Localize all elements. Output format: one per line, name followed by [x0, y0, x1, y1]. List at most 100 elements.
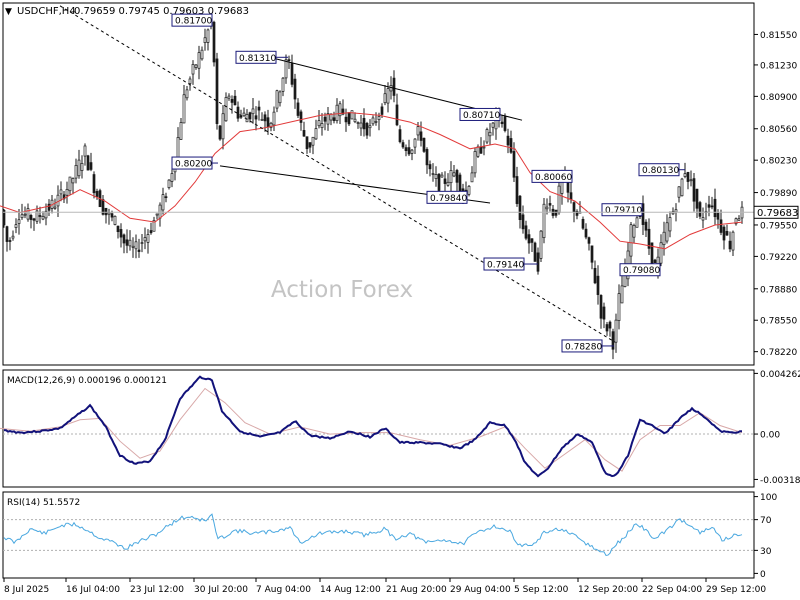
x-tick-label: 30 Jul 20:00	[194, 585, 248, 595]
candle-body	[311, 136, 315, 146]
price-candle	[98, 188, 102, 208]
candle-body	[38, 215, 42, 217]
x-tick-label: 16 Jul 04:00	[66, 585, 120, 595]
candle-body	[65, 189, 69, 196]
candle-body	[482, 146, 486, 149]
candle-body	[629, 224, 633, 257]
price-candle	[680, 177, 684, 197]
candle-body	[302, 130, 306, 137]
candle-body	[74, 165, 78, 179]
candle-body	[458, 174, 462, 192]
x-tick-label: 29 Sep 12:00	[706, 585, 766, 595]
candle-body	[581, 218, 585, 229]
annotation-label: 0.80200	[175, 160, 212, 170]
candle-body	[698, 202, 702, 217]
candle-body	[455, 170, 459, 183]
candle-body	[236, 106, 240, 119]
candle-body	[707, 204, 711, 208]
candle-body	[200, 49, 204, 60]
candle-body	[539, 230, 543, 259]
candle-body	[437, 173, 441, 191]
macd-y-tick-label: -0.003188	[760, 476, 800, 486]
candle-body	[659, 242, 663, 264]
candle-body	[710, 205, 714, 208]
candle-body	[314, 128, 318, 140]
annotation-label: 0.81310	[239, 54, 276, 64]
price-candle	[542, 198, 546, 244]
candle-body	[611, 331, 615, 350]
candle-body	[416, 126, 420, 136]
price-annotation: 0.80060	[531, 169, 573, 183]
candle-body	[584, 228, 588, 238]
candle-body	[569, 192, 573, 200]
candle-body	[470, 172, 474, 183]
candle-body	[179, 122, 183, 140]
rsi-y-tick-label: 100	[760, 493, 777, 503]
price-candle	[467, 184, 471, 197]
candle-body	[227, 95, 231, 99]
candle-body	[53, 206, 57, 209]
candle-body	[263, 114, 267, 122]
x-tick-label: 5 Sep 12:00	[514, 585, 569, 595]
price-y-tick-label: 0.78220	[760, 348, 797, 358]
x-tick-label: 21 Aug 20:00	[386, 585, 447, 595]
price-y-tick-label: 0.79220	[760, 253, 797, 263]
candle-body	[680, 178, 684, 197]
rsi-y-tick-label: 0	[760, 570, 766, 580]
candle-body	[353, 118, 357, 123]
chart-canvas: ▼ USDCHF,H4 0.79659 0.79745 0.79603 0.79…	[0, 0, 800, 600]
candle-body	[446, 181, 450, 186]
candle-body	[350, 110, 354, 120]
annotation-label: 0.79080	[623, 266, 660, 276]
price-candle	[485, 127, 489, 145]
candle-body	[257, 106, 261, 111]
candle-body	[692, 178, 696, 202]
candle-body	[122, 234, 126, 244]
candle-body	[383, 93, 387, 104]
candle-body	[518, 195, 522, 220]
candle-body	[149, 230, 153, 234]
candle-body	[245, 114, 249, 123]
candle-body	[170, 173, 174, 182]
annotation-label: 0.79140	[487, 261, 524, 271]
menu-arrow-icon[interactable]: ▼	[5, 7, 12, 17]
candle-body	[275, 90, 279, 109]
candle-body	[68, 176, 72, 192]
candle-body	[587, 237, 591, 244]
candle-body	[467, 185, 471, 195]
candle-body	[404, 147, 408, 151]
candle-body	[722, 226, 726, 241]
candle-body	[347, 112, 351, 125]
candle-body	[197, 52, 201, 69]
price-annotation: 0.79080	[619, 263, 661, 277]
candle-body	[56, 194, 60, 207]
candle-body	[527, 234, 531, 244]
candle-body	[683, 173, 687, 177]
annotation-label: 0.80710	[463, 111, 500, 121]
candle-body	[293, 78, 297, 100]
price-candle	[539, 230, 543, 262]
candle-body	[11, 235, 15, 239]
price-candle	[218, 124, 222, 141]
candle-body	[296, 102, 300, 116]
candle-body	[86, 155, 90, 171]
ohlc-readout: 0.79659 0.79745 0.79603 0.79683	[74, 6, 249, 17]
candle-body	[308, 142, 312, 148]
candle-body	[515, 176, 519, 204]
candle-body	[506, 135, 510, 146]
candle-body	[431, 173, 435, 175]
candle-body	[608, 321, 612, 329]
candle-body	[677, 186, 681, 198]
annotation-label: 0.80060	[535, 173, 572, 183]
candle-body	[545, 206, 549, 210]
candle-body	[41, 216, 45, 220]
candle-body	[536, 252, 540, 272]
rsi-y-tick-label: 30	[760, 547, 772, 557]
candle-body	[242, 112, 246, 117]
candle-body	[422, 137, 426, 152]
candle-body	[8, 240, 12, 242]
price-candle	[86, 154, 90, 171]
price-y-tick-label: 0.81550	[760, 31, 797, 41]
candle-body	[218, 125, 222, 140]
candle-body	[212, 21, 216, 63]
